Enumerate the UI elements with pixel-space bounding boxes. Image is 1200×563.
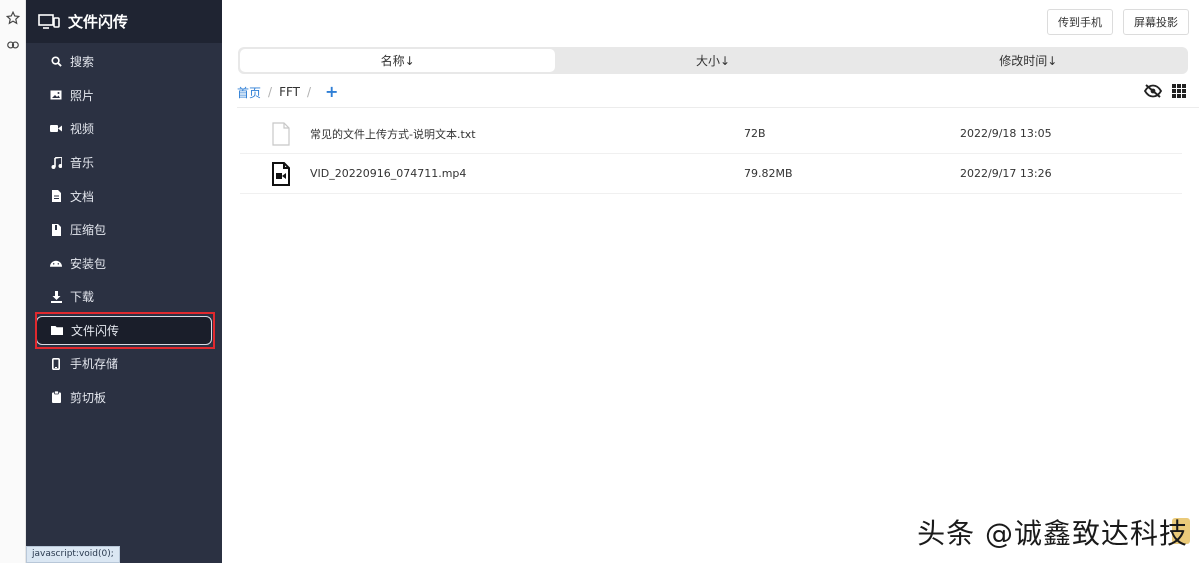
breadcrumb-home[interactable]: 首页 bbox=[237, 84, 261, 101]
sidebar-item-documents[interactable]: 文档 bbox=[26, 179, 222, 213]
breadcrumb-current: FFT bbox=[279, 85, 300, 99]
sidebar-header: 文件闪传 bbox=[26, 0, 222, 43]
sidebar-item-clipboard[interactable]: 剪切板 bbox=[26, 380, 222, 414]
sidebar-nav: 搜索 照片 视频 音乐 文档 压缩包 安装包 下载 文件闪传 手机存储 剪切板 bbox=[26, 45, 222, 414]
sort-bar: 名称↓ 大小↓ 修改时间↓ bbox=[238, 47, 1188, 74]
sidebar-item-phone-storage[interactable]: 手机存储 bbox=[26, 347, 222, 381]
file-date: 2022/9/17 13:26 bbox=[960, 167, 1052, 180]
status-bar-url: javascript:void(0); bbox=[26, 546, 120, 563]
sidebar-item-label: 安装包 bbox=[70, 256, 107, 271]
devices-icon bbox=[38, 13, 60, 31]
file-name: VID_20220916_074711.mp4 bbox=[310, 167, 467, 180]
top-toolbar: 传到手机 屏幕投影 bbox=[222, 0, 1200, 43]
archive-icon bbox=[50, 223, 62, 236]
file-date: 2022/9/18 13:05 bbox=[960, 127, 1052, 140]
app-title: 文件闪传 bbox=[68, 13, 129, 31]
sidebar-item-label: 下载 bbox=[70, 290, 95, 305]
sidebar-item-downloads[interactable]: 下载 bbox=[26, 280, 222, 314]
sidebar-item-label: 压缩包 bbox=[70, 223, 107, 238]
sidebar-item-label: 视频 bbox=[70, 122, 95, 137]
file-name: 常见的文件上传方式-说明文本.txt bbox=[310, 127, 476, 141]
breadcrumb: 首页 / FFT / + bbox=[237, 84, 338, 100]
sidebar-item-search[interactable]: 搜索 bbox=[26, 45, 222, 79]
browser-side-strip bbox=[0, 0, 26, 563]
file-row[interactable]: VID_20220916_074711.mp4 79.82MB 2022/9/1… bbox=[240, 154, 1182, 194]
clipboard-icon bbox=[50, 391, 62, 404]
send-to-phone-button[interactable]: 传到手机 bbox=[1047, 8, 1113, 35]
file-size: 79.82MB bbox=[744, 167, 793, 180]
view-tools bbox=[1143, 84, 1186, 101]
watermark: 头条 @诚鑫致达科技 bbox=[917, 517, 1188, 550]
sidebar-item-label: 音乐 bbox=[70, 156, 95, 171]
phone-icon bbox=[50, 357, 62, 370]
video-file-icon bbox=[269, 161, 293, 187]
sort-by-modified[interactable]: 修改时间↓ bbox=[871, 49, 1186, 72]
star-icon[interactable] bbox=[5, 10, 21, 26]
sort-by-name[interactable]: 名称↓ bbox=[240, 49, 556, 72]
text-file-icon bbox=[269, 121, 293, 147]
sidebar-item-archives[interactable]: 压缩包 bbox=[26, 213, 222, 247]
breadcrumb-separator: / bbox=[268, 85, 273, 99]
add-folder-button[interactable]: + bbox=[325, 84, 338, 100]
sidebar-item-apps[interactable]: 安装包 bbox=[26, 247, 222, 281]
file-list: 常见的文件上传方式-说明文本.txt 72B 2022/9/18 13:05 V… bbox=[240, 114, 1182, 194]
sidebar-item-label: 文档 bbox=[70, 189, 95, 204]
sidebar-item-label: 搜索 bbox=[70, 55, 95, 70]
sidebar-item-label: 剪切板 bbox=[70, 390, 107, 405]
sidebar-item-file-transfer[interactable]: 文件闪传 bbox=[36, 315, 212, 345]
image-icon bbox=[50, 89, 62, 101]
folder-icon bbox=[51, 324, 63, 336]
download-icon bbox=[50, 290, 62, 303]
divider bbox=[237, 107, 1199, 108]
sidebar-item-label: 照片 bbox=[70, 88, 95, 103]
screen-cast-button[interactable]: 屏幕投影 bbox=[1123, 8, 1189, 35]
file-size: 72B bbox=[744, 127, 766, 140]
file-row[interactable]: 常见的文件上传方式-说明文本.txt 72B 2022/9/18 13:05 bbox=[240, 114, 1182, 154]
sidebar-item-label: 手机存储 bbox=[70, 357, 119, 372]
document-icon bbox=[50, 190, 62, 203]
main-content: 传到手机 屏幕投影 名称↓ 大小↓ 修改时间↓ 首页 / FFT / + 常见的… bbox=[222, 0, 1200, 563]
sidebar-item-photos[interactable]: 照片 bbox=[26, 79, 222, 113]
video-icon bbox=[50, 123, 62, 135]
android-icon bbox=[50, 257, 62, 269]
sort-by-size[interactable]: 大小↓ bbox=[555, 49, 870, 72]
eye-off-icon[interactable] bbox=[1143, 84, 1163, 101]
search-icon bbox=[50, 56, 62, 68]
music-icon bbox=[50, 156, 62, 169]
sidebar-item-label: 文件闪传 bbox=[71, 323, 120, 338]
breadcrumb-separator: / bbox=[307, 85, 312, 99]
extension-icon[interactable] bbox=[5, 37, 21, 53]
grid-view-icon[interactable] bbox=[1172, 84, 1186, 101]
sidebar-item-music[interactable]: 音乐 bbox=[26, 146, 222, 180]
sidebar-item-videos[interactable]: 视频 bbox=[26, 112, 222, 146]
sidebar: 文件闪传 搜索 照片 视频 音乐 文档 压缩包 安装包 下载 文件闪传 手机存储… bbox=[26, 0, 222, 563]
